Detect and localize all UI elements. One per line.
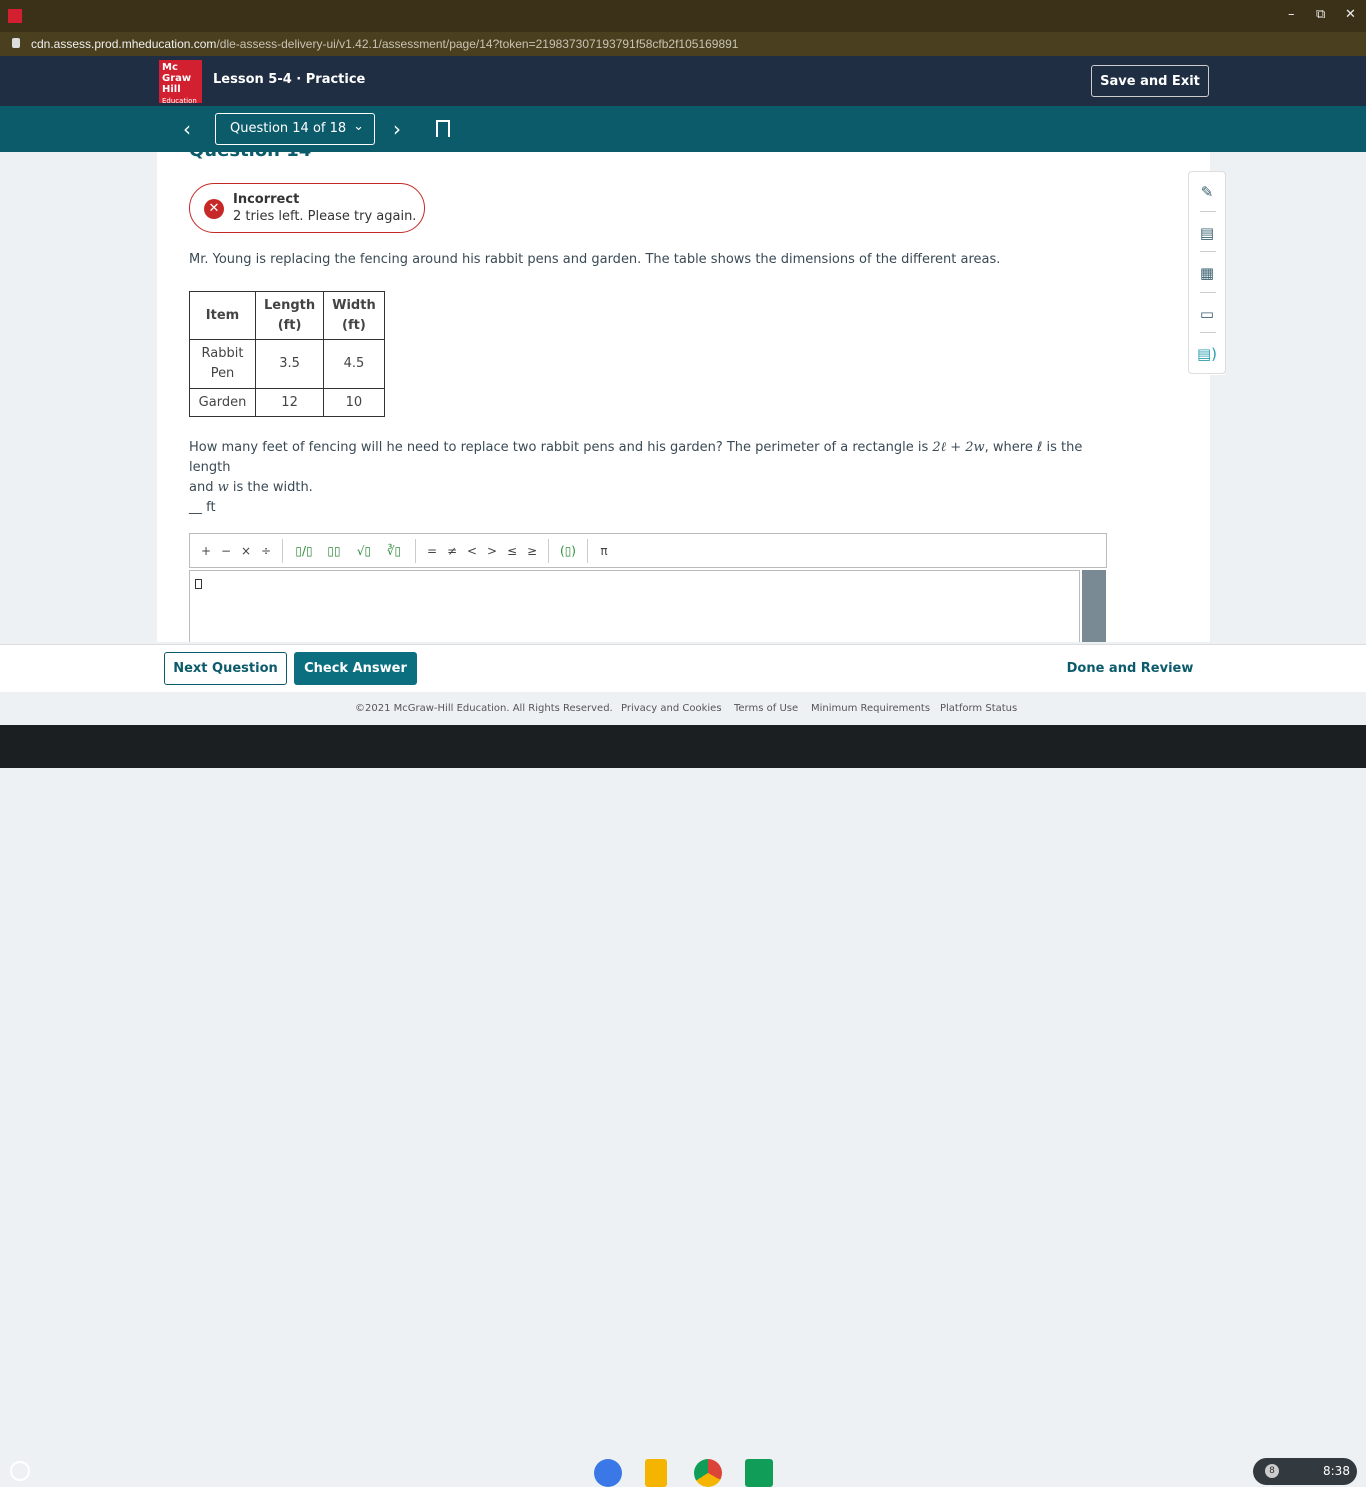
q-text: and — [189, 480, 218, 495]
notepad-icon[interactable]: ▤ — [1189, 213, 1225, 254]
greater-equal-button[interactable]: ≥ — [522, 544, 542, 558]
table-cell: 10 — [323, 388, 385, 417]
slides-app-icon[interactable] — [645, 1459, 667, 1487]
tools-panel: ✎ ▤ ▦ ▭ ▤) — [1188, 171, 1226, 375]
q-text: , where — [984, 440, 1037, 455]
perimeter-formula: 2ℓ + 2w — [932, 440, 985, 455]
divide-button[interactable]: ÷ — [256, 544, 276, 558]
question-panel: Question 14 ✕ Incorrect 2 tries left. Ple… — [157, 152, 1210, 642]
question-selector[interactable]: Question 14 of 18 ⌄ — [215, 113, 375, 145]
save-exit-button[interactable]: Save and Exit — [1091, 65, 1209, 97]
next-question-button[interactable]: Next Question — [164, 652, 287, 685]
chevron-down-icon: ⌄ — [353, 119, 364, 134]
system-tray[interactable]: 8 8:38 — [1253, 1458, 1357, 1485]
table-cell: Garden — [189, 388, 256, 417]
feedback-box: ✕ Incorrect 2 tries left. Please try agai… — [189, 183, 425, 233]
minimize-button[interactable]: – — [1288, 7, 1295, 22]
math-toolbar: + − × ÷ ▯/▯ ▯▯ √▯ ∛▯ = ≠ < > ≤ ≥ (▯) π — [189, 533, 1107, 568]
privacy-link[interactable]: Privacy and Cookies — [621, 703, 722, 714]
less-equal-button[interactable]: ≤ — [502, 544, 522, 558]
var-w: w — [217, 480, 229, 495]
table-cell: 3.5 — [254, 339, 325, 389]
table-cell: 12 — [254, 388, 325, 417]
answer-input[interactable] — [189, 570, 1080, 642]
not-equal-button[interactable]: ≠ — [442, 544, 462, 558]
pi-button[interactable]: π — [594, 544, 614, 558]
greater-than-button[interactable]: > — [482, 544, 502, 558]
question-nav — [0, 106, 1366, 152]
launcher-icon[interactable] — [10, 1461, 30, 1481]
text-to-speech-icon[interactable]: ▤) — [1189, 334, 1225, 375]
input-cursor — [195, 579, 202, 589]
url-path: /dle-assess-delivery-ui/v1.42.1/assessme… — [216, 37, 739, 51]
feedback-status: Incorrect — [233, 192, 300, 207]
palette-app-icon[interactable] — [594, 1459, 622, 1487]
legal-bar: ©2021 McGraw-Hill Education. All Rights … — [0, 692, 1366, 725]
url-host: cdn.assess.prod.mheducation.com — [31, 37, 217, 51]
maximize-button[interactable]: ⧉ — [1316, 7, 1325, 22]
mcgraw-hill-logo: Mc Graw Hill Education — [159, 60, 202, 105]
check-answer-button[interactable]: Check Answer — [294, 652, 417, 685]
divider — [587, 538, 588, 563]
address-bar[interactable]: cdn.assess.prod.mheducation.com/dle-asse… — [0, 32, 1366, 56]
equals-button[interactable]: = — [422, 544, 442, 558]
status-link[interactable]: Platform Status — [940, 703, 1017, 714]
answer-blank: __ ft — [189, 500, 216, 515]
os-shelf: 8 8:38 — [0, 725, 1366, 1487]
times-button[interactable]: × — [236, 544, 256, 558]
divider — [415, 538, 416, 563]
parentheses-button[interactable]: (▯) — [555, 544, 581, 558]
divider — [548, 538, 549, 563]
plus-button[interactable]: + — [196, 544, 216, 558]
scrollbar[interactable] — [1082, 570, 1106, 642]
minus-button[interactable]: − — [216, 544, 236, 558]
close-button[interactable]: ✕ — [1345, 7, 1356, 22]
table-header: Width (ft) — [323, 291, 385, 340]
q-text: is the width. — [228, 480, 313, 495]
exponent-button[interactable]: ▯▯ — [319, 544, 349, 558]
question-prompt: Mr. Young is replacing the fencing aroun… — [189, 252, 1001, 267]
requirements-link[interactable]: Minimum Requirements — [811, 703, 930, 714]
less-than-button[interactable]: < — [462, 544, 482, 558]
question-text: How many feet of fencing will he need to… — [189, 438, 1109, 498]
lesson-title: Lesson 5-4 · Practice — [213, 72, 366, 87]
clock: 8:38 — [1323, 1464, 1350, 1478]
terms-link[interactable]: Terms of Use — [734, 703, 798, 714]
calculator-icon[interactable]: ▦ — [1189, 253, 1225, 294]
question-selector-label: Question 14 of 18 — [230, 121, 347, 136]
classroom-app-icon[interactable] — [745, 1459, 773, 1487]
divider — [282, 538, 283, 563]
window-titlebar: – ⧉ ✕ — [0, 0, 1366, 32]
copyright: ©2021 McGraw-Hill Education. All Rights … — [355, 703, 613, 714]
table-header: Length (ft) — [254, 291, 325, 340]
line-reader-icon[interactable]: ▭ — [1189, 294, 1225, 335]
table-cell: Rabbit Pen — [189, 339, 256, 389]
fraction-button[interactable]: ▯/▯ — [289, 544, 319, 558]
notification-count: 8 — [1265, 1464, 1279, 1478]
sqrt-button[interactable]: √▯ — [349, 544, 379, 558]
next-question-icon[interactable]: › — [393, 117, 401, 141]
error-icon: ✕ — [204, 199, 224, 219]
bookmark-icon[interactable] — [436, 120, 450, 137]
dimensions-table: Item Length (ft) Width (ft) Rabbit Pen 3.5 4… — [189, 291, 385, 417]
table-cell: 4.5 — [323, 339, 385, 389]
q-text: How many feet of fencing will he need to… — [189, 440, 933, 455]
table-header: Item — [189, 291, 256, 340]
question-heading: Question 14 — [189, 152, 311, 161]
highlighter-icon[interactable]: ✎ — [1189, 172, 1225, 213]
chrome-app-icon[interactable] — [694, 1459, 722, 1487]
nth-root-button[interactable]: ∛▯ — [379, 544, 409, 558]
previous-question-icon[interactable]: ‹ — [183, 117, 191, 141]
feedback-message: 2 tries left. Please try again. — [233, 209, 417, 224]
favicon-icon — [8, 9, 22, 23]
done-review-button[interactable]: Done and Review — [1060, 652, 1200, 685]
lock-icon — [12, 38, 20, 48]
